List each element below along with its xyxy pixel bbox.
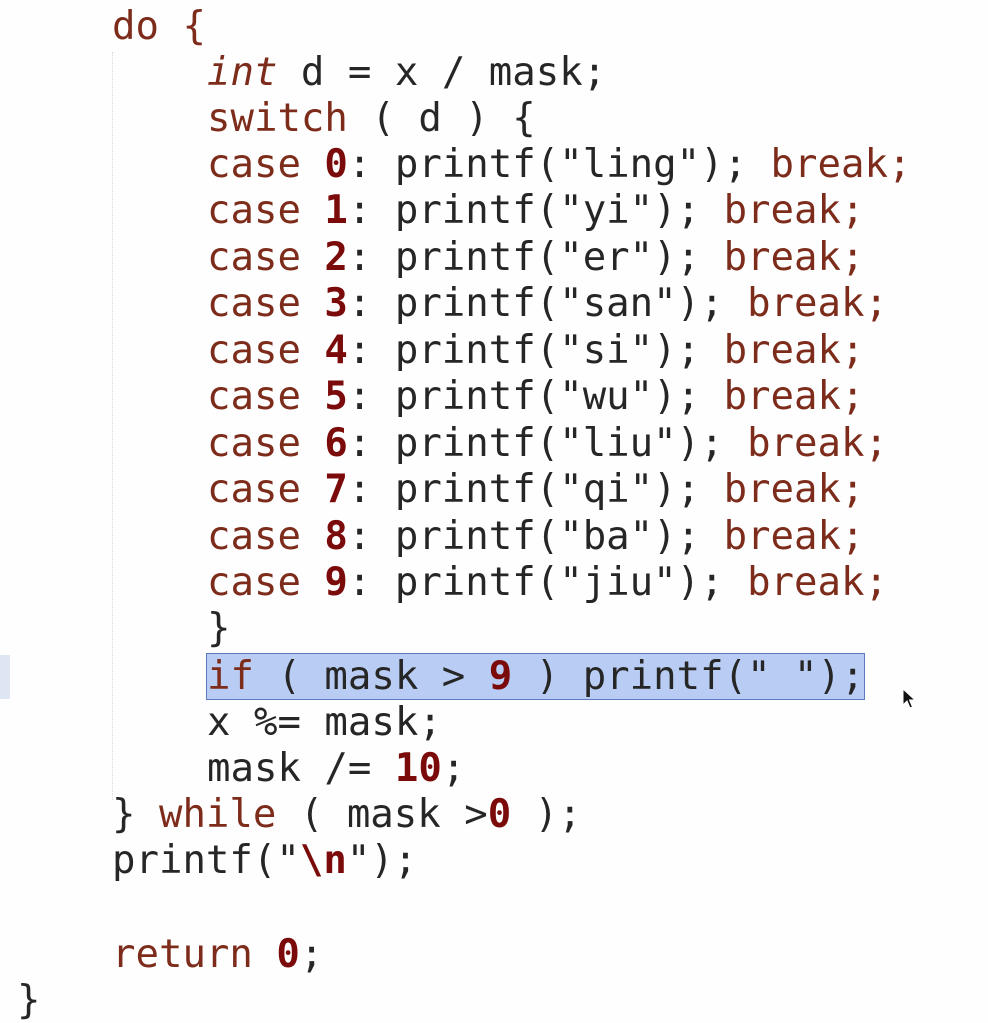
keyword-break: break; xyxy=(723,328,865,373)
code-line-case-7[interactable]: case 7: printf("qi"); break; xyxy=(207,467,864,513)
keyword-break: break; xyxy=(770,142,912,187)
code-line-case-2[interactable]: case 2: printf("er"); break; xyxy=(207,235,864,281)
keyword-case: case xyxy=(207,328,301,373)
keyword-do: do { xyxy=(112,4,206,49)
case-number: 5 xyxy=(324,374,348,419)
code-line-case-1[interactable]: case 1: printf("yi"); break; xyxy=(207,188,864,234)
div-end: ; xyxy=(441,746,466,791)
keyword-case: case xyxy=(207,188,301,233)
while-brace: } xyxy=(112,792,159,837)
mouse-pointer-icon xyxy=(902,688,916,709)
code-line-switch[interactable]: switch ( d ) { xyxy=(207,96,536,142)
code-line-int-decl[interactable]: int d = x / mask; xyxy=(207,50,606,96)
keyword-case: case xyxy=(207,421,301,466)
keyword-if: if xyxy=(207,654,254,699)
keyword-break: break; xyxy=(723,188,865,233)
code-line-case-4[interactable]: case 4: printf("si"); break; xyxy=(207,328,864,374)
code-line-case-9[interactable]: case 9: printf("jiu"); break; xyxy=(207,560,888,606)
code-line-mod[interactable]: x %= mask; xyxy=(207,700,442,746)
decl-rest: d = x / mask; xyxy=(277,50,607,95)
case-call: : printf("ling"); xyxy=(347,142,771,187)
if-rest: ) printf(" "); xyxy=(512,654,865,699)
keyword-switch: switch xyxy=(207,96,348,141)
code-line-if-selected[interactable]: if ( mask > 9 ) printf(" "); xyxy=(205,653,866,700)
case-number: 9 xyxy=(324,560,348,605)
keyword-break: break; xyxy=(723,235,865,280)
code-line-case-6[interactable]: case 6: printf("liu"); break; xyxy=(207,421,888,467)
case-call: : printf("ba"); xyxy=(347,514,724,559)
while-condition: ( mask > xyxy=(276,792,488,837)
keyword-break: break; xyxy=(723,374,865,419)
return-number: 0 xyxy=(276,932,300,977)
code-line-while[interactable]: } while ( mask >0 ); xyxy=(112,792,582,838)
case-call: : printf("liu"); xyxy=(347,421,748,466)
code-line-case-5[interactable]: case 5: printf("wu"); break; xyxy=(207,374,864,420)
indent-guide xyxy=(112,52,113,800)
keyword-break: break; xyxy=(723,467,865,512)
div-number: 10 xyxy=(394,746,442,791)
printf-pre: printf(" xyxy=(112,838,300,883)
code-line-return[interactable]: return 0; xyxy=(112,932,323,978)
keyword-case: case xyxy=(207,514,301,559)
closing-brace: } xyxy=(17,978,41,1023)
case-call: : printf("jiu"); xyxy=(347,560,748,605)
code-editor[interactable]: do { int d = x / mask; switch ( d ) { ca… xyxy=(0,0,988,1023)
case-number: 0 xyxy=(324,142,348,187)
current-line-gutter-marker xyxy=(0,655,10,699)
keyword-return: return xyxy=(112,932,253,977)
case-number: 3 xyxy=(324,281,348,326)
code-line-close-func[interactable]: } xyxy=(17,978,40,1023)
code-line-printf-newline[interactable]: printf("\n"); xyxy=(112,838,417,884)
while-end: ); xyxy=(511,792,582,837)
case-number: 6 xyxy=(324,421,348,466)
if-number: 9 xyxy=(488,654,513,699)
keyword-case: case xyxy=(207,235,301,280)
switch-rest: ( d ) { xyxy=(347,96,536,141)
printf-end: "); xyxy=(346,838,418,883)
div-pre: mask /= xyxy=(207,746,395,791)
closing-brace: } xyxy=(207,606,231,651)
code-line-do[interactable]: do { xyxy=(112,4,206,50)
case-number: 8 xyxy=(324,514,348,559)
code-line-close-switch[interactable]: } xyxy=(207,606,230,652)
case-call: : printf("qi"); xyxy=(347,467,724,512)
case-number: 2 xyxy=(324,235,348,280)
case-call: : printf("si"); xyxy=(347,328,724,373)
code-line-div[interactable]: mask /= 10; xyxy=(207,746,465,792)
while-number: 0 xyxy=(487,792,512,837)
keyword-case: case xyxy=(207,374,301,419)
code-line-case-8[interactable]: case 8: printf("ba"); break; xyxy=(207,514,864,560)
keyword-break: break; xyxy=(747,560,888,605)
code-line-case-3[interactable]: case 3: printf("san"); break; xyxy=(207,281,888,327)
if-condition: ( mask > xyxy=(253,654,489,699)
keyword-case: case xyxy=(207,467,301,512)
keyword-case: case xyxy=(207,281,301,326)
keyword-case: case xyxy=(207,560,301,605)
case-number: 1 xyxy=(324,188,348,233)
keyword-while: while xyxy=(158,792,277,837)
case-number: 7 xyxy=(324,467,348,512)
text-selection[interactable]: if ( mask > 9 ) printf(" "); xyxy=(205,653,866,700)
code-line-case-0[interactable]: case 0: printf("ling"); break; xyxy=(207,142,911,188)
return-end: ; xyxy=(299,932,324,977)
type-int: int xyxy=(207,50,278,95)
case-number: 4 xyxy=(324,328,348,373)
case-call: : printf("er"); xyxy=(347,235,724,280)
mod-statement: x %= mask; xyxy=(207,700,442,745)
keyword-break: break; xyxy=(747,421,888,466)
escape-newline: \n xyxy=(299,838,347,883)
keyword-case: case xyxy=(207,142,301,187)
keyword-break: break; xyxy=(747,281,888,326)
case-call: : printf("wu"); xyxy=(347,374,724,419)
case-call: : printf("san"); xyxy=(347,281,748,326)
keyword-break: break; xyxy=(723,514,865,559)
case-call: : printf("yi"); xyxy=(347,188,724,233)
